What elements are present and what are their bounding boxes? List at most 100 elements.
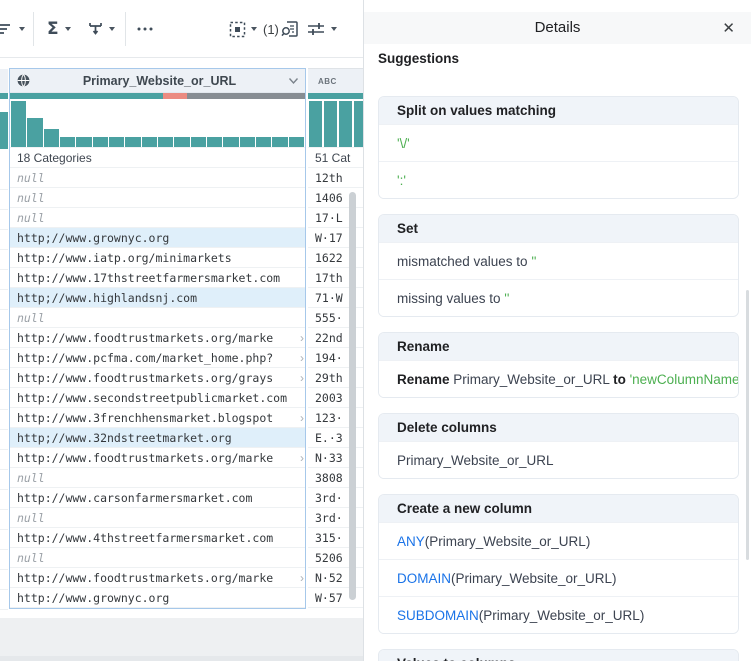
table-row[interactable]: null (10, 548, 305, 568)
cell-value: W·57 (315, 590, 343, 605)
histogram-bar[interactable] (309, 101, 322, 147)
suggestion-item[interactable]: ANY (Primary_Website_or_URL) (379, 522, 738, 559)
toolbar-divider (33, 12, 34, 46)
table-row[interactable]: http://www.foodtrustmarkets.org/marke › (10, 328, 305, 348)
cell-value: http://www.3frenchhensmarket.blogspot (17, 410, 274, 425)
find-in-data-button[interactable] (281, 0, 300, 58)
overflow-chevron-icon[interactable]: › (300, 408, 304, 427)
panel-title: Details (534, 19, 581, 36)
table-row[interactable]: 12th (308, 168, 363, 188)
cell-value: 3808 (315, 470, 343, 485)
table-row[interactable]: http://www.carsonfarmersmarket.com (10, 488, 305, 508)
histogram-bar[interactable] (206, 137, 223, 147)
histogram-bar[interactable] (174, 137, 190, 147)
cell-value: 315· (315, 530, 343, 545)
cell-value: 3rd· (315, 510, 343, 525)
previous-column-histogram-fragment (0, 112, 8, 149)
histogram-bar[interactable] (288, 137, 304, 147)
histogram-bar[interactable] (255, 137, 272, 147)
column-primary-website-or-url: Primary_Website_or_URL 18 Categories nul… (9, 68, 306, 609)
selection-mode-button[interactable]: (1) (229, 0, 279, 58)
table-row[interactable]: http://www.foodtrustmarkets.org/marke › (10, 448, 305, 468)
table-row[interactable]: null (10, 188, 305, 208)
histogram-bar[interactable] (190, 137, 206, 147)
table-row[interactable]: http://www.secondstreetpublicmarket.com (10, 388, 305, 408)
histogram-bar[interactable] (11, 101, 27, 147)
histogram-bar[interactable] (223, 137, 239, 147)
suggestion-item[interactable]: SUBDOMAIN (Primary_Website_or_URL) (379, 596, 738, 633)
table-row[interactable]: http://www.4thstreetfarmersmarket.com (10, 528, 305, 548)
histogram-bar[interactable] (141, 137, 157, 147)
overflow-chevron-icon[interactable]: › (300, 348, 304, 367)
view-settings-button[interactable] (307, 0, 337, 58)
quality-segment-valid[interactable] (308, 93, 363, 99)
column-histogram (10, 99, 305, 148)
table-row[interactable]: null (10, 508, 305, 528)
overflow-chevron-icon[interactable]: › (300, 368, 304, 387)
suggestion-item[interactable]: Rename Primary_Website_or_URL to 'newCol… (379, 360, 738, 397)
column-header[interactable]: ABC (308, 69, 363, 93)
suggestion-item[interactable]: DOMAIN (Primary_Website_or_URL) (379, 559, 738, 596)
grid-horizontal-scrollbar[interactable] (0, 656, 363, 661)
histogram-bar[interactable] (339, 101, 352, 147)
chevron-down-icon[interactable] (288, 77, 299, 85)
overflow-chevron-icon[interactable]: › (300, 448, 304, 467)
overflow-chevron-icon[interactable]: › (300, 328, 304, 347)
column-header[interactable]: Primary_Website_or_URL (10, 69, 305, 93)
cell-value: 2003 (315, 390, 343, 405)
more-options-button[interactable] (136, 0, 154, 58)
table-row[interactable]: http://www.pcfma.com/market_home.php? › (10, 348, 305, 368)
cell-value: 22nd (315, 330, 343, 345)
quality-segment-valid[interactable] (10, 93, 164, 99)
table-row[interactable]: null (10, 308, 305, 328)
aggregate-button[interactable]: Σ (47, 0, 71, 58)
histogram-bar[interactable] (108, 137, 125, 147)
histogram-bar[interactable] (27, 117, 43, 147)
suggestion-item[interactable]: ':' (379, 161, 738, 198)
grid-vertical-scrollbar[interactable] (349, 192, 356, 600)
cell-value: 17th (315, 270, 343, 285)
suggestion-item[interactable]: mismatched values to '' (379, 242, 738, 279)
table-row[interactable]: http://www.3frenchhensmarket.blogspot › (10, 408, 305, 428)
histogram-bar[interactable] (43, 129, 59, 147)
histogram-bar[interactable] (239, 137, 255, 147)
previous-column-quality-bar (0, 93, 8, 99)
table-row[interactable]: http;//www.highlandsnj.com (10, 288, 305, 308)
table-row[interactable]: http;//www.32ndstreetmarket.org (10, 428, 305, 448)
suggestion-text: ANY (397, 533, 425, 549)
card-title: Set (379, 215, 738, 242)
table-row[interactable]: http://www.iatp.org/minimarkets (10, 248, 305, 268)
histogram-bar[interactable] (76, 137, 92, 147)
data-quality-bar[interactable] (10, 93, 305, 99)
histogram-bar[interactable] (272, 137, 288, 147)
split-join-button[interactable] (86, 0, 115, 58)
quality-segment-mismatched[interactable] (163, 93, 187, 99)
data-quality-bar[interactable] (308, 93, 363, 99)
histogram-bar[interactable] (354, 101, 363, 147)
histogram-bar[interactable] (157, 137, 174, 147)
table-row[interactable]: http;//www.grownyc.org (10, 228, 305, 248)
table-row[interactable]: null (10, 168, 305, 188)
close-icon[interactable]: ✕ (718, 12, 739, 44)
suggestion-item[interactable]: Primary_Website_or_URL (379, 441, 738, 478)
table-row[interactable]: http://www.17thstreetfarmersmarket.com (10, 268, 305, 288)
panel-vertical-scrollbar[interactable] (746, 290, 749, 560)
suggestion-text: missing values to (397, 290, 505, 306)
histogram-bar[interactable] (92, 137, 108, 147)
histogram-bar[interactable] (125, 137, 141, 147)
table-row[interactable]: http://www.foodtrustmarkets.org/marke › (10, 568, 305, 588)
table-row[interactable]: null (10, 208, 305, 228)
quality-segment-missing[interactable] (186, 93, 305, 99)
suggestion-item[interactable]: '\/' (379, 124, 738, 161)
cell-value: 123· (315, 410, 343, 425)
sort-filter-button[interactable] (0, 0, 25, 58)
table-row[interactable]: http://www.grownyc.org (10, 588, 305, 608)
overflow-chevron-icon[interactable]: › (300, 568, 304, 587)
categories-count-label: 51 Cat (308, 148, 363, 168)
histogram-bar[interactable] (59, 137, 76, 147)
table-row[interactable]: null (10, 468, 305, 488)
suggestion-item[interactable]: missing values to '' (379, 279, 738, 316)
histogram-bar[interactable] (324, 101, 337, 147)
table-row[interactable]: http://www.foodtrustmarkets.org/grays › (10, 368, 305, 388)
categories-count-label: 18 Categories (10, 148, 305, 168)
